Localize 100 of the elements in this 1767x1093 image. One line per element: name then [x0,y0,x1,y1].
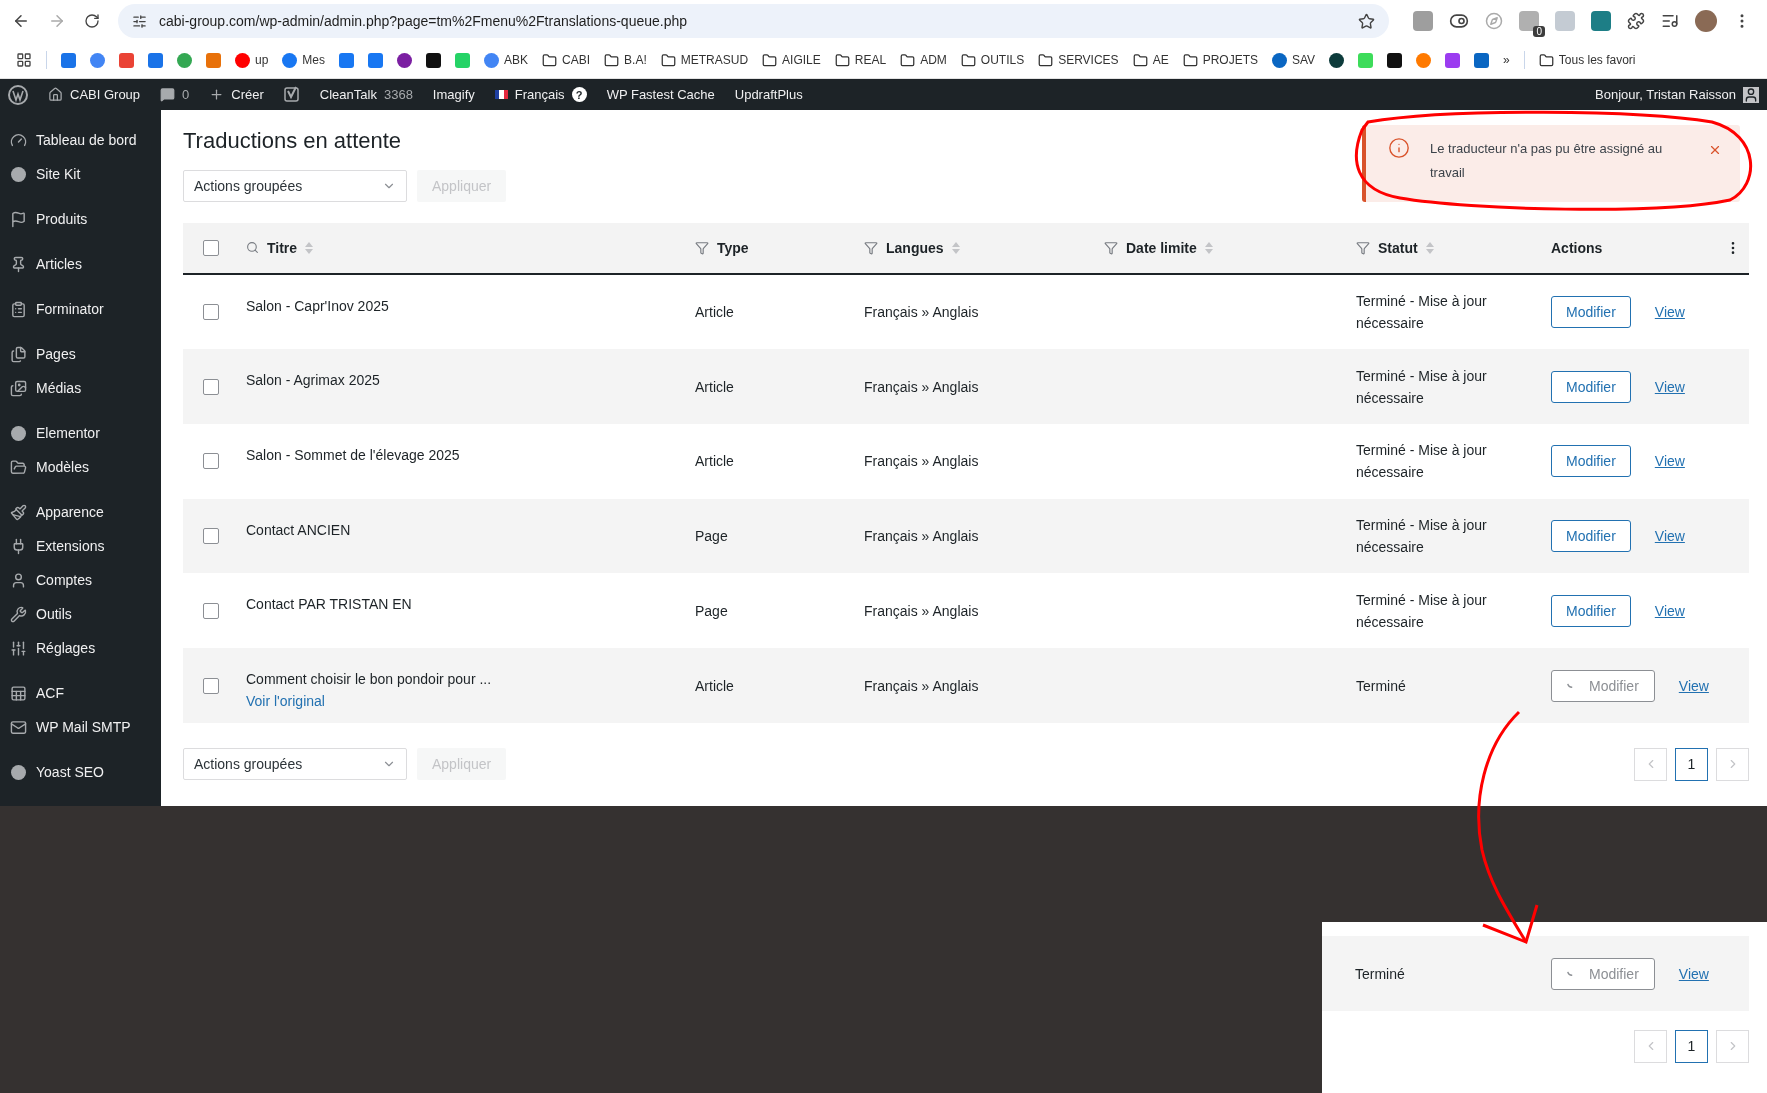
extension-icon[interactable] [1519,11,1539,31]
account-greeting[interactable]: Bonjour, Tristan Raisson [1595,86,1759,103]
row-checkbox[interactable] [203,378,219,395]
close-icon[interactable] [1708,143,1722,157]
sidebar-item[interactable]: Outils [0,597,161,631]
reload-icon[interactable] [84,13,100,29]
filter-icon[interactable] [695,240,709,255]
bookmark-item[interactable]: B.A! [604,52,647,68]
profile-avatar[interactable] [1695,10,1717,32]
admin-bar-link[interactable]: WP Fastest Cache [606,87,715,102]
original-link[interactable]: Voir l'original [246,693,695,710]
bookmark-item[interactable]: ABK [484,52,529,68]
view-link[interactable]: View [1678,965,1709,982]
modifier-button[interactable]: Modifier [1551,594,1631,627]
sidebar-item[interactable]: Tableau de bord [0,123,161,157]
view-link[interactable]: View [1654,602,1685,619]
user-avatar-icon [1743,86,1759,103]
address-bar[interactable]: cabi-group.com/wp-admin/admin.php?page=tm%2Fmenu%2Ftranslations-queue.php [118,4,1389,38]
bookmark-item[interactable]: REAL [834,52,887,68]
sidebar-item[interactable]: ACF [0,676,161,710]
more-bookmarks-button[interactable]: » [1503,53,1510,67]
admin-bar-link[interactable]: UpdraftPlus [734,87,803,102]
apps-grid-icon[interactable] [16,52,32,68]
bookmark-item[interactable]: SAV [1272,52,1316,68]
menu-icon [10,571,27,589]
comment-icon [160,87,176,102]
bookmark-icon[interactable] [426,52,442,68]
bookmark-item[interactable]: SERVICES [1038,52,1119,68]
back-icon[interactable] [12,12,30,30]
sidebar-item[interactable]: Pages [0,337,161,371]
sidebar-item[interactable]: Articles [0,247,161,281]
column-header[interactable]: Date limite [1104,239,1356,256]
sidebar-item[interactable]: Site Kit [0,157,161,191]
view-link[interactable]: View [1654,453,1685,470]
search-icon[interactable] [246,241,259,255]
page-button[interactable]: 1 [1675,747,1708,781]
row-checkbox[interactable] [203,602,219,619]
folder-icon [1182,52,1198,68]
bookmark-item[interactable]: ADM [900,52,947,68]
sidebar-item[interactable]: WP Mail SMTP [0,710,161,744]
yoast-icon[interactable] [283,85,300,104]
column-header[interactable]: Actions [1551,239,1749,256]
bookmark-item[interactable]: METRASUD [660,52,749,68]
bookmark-item[interactable]: up [235,52,269,68]
sidebar-item[interactable]: Réglages [0,631,161,665]
row-checkbox[interactable] [203,453,219,470]
view-link[interactable]: View [1678,677,1709,694]
sidebar-item[interactable]: Extensions [0,529,161,563]
forward-icon[interactable] [48,12,66,30]
extensions-puzzle-icon[interactable] [1627,12,1645,30]
view-link[interactable]: View [1654,528,1685,545]
sidebar-item[interactable]: Elementor [0,416,161,450]
row-checkbox[interactable] [203,528,219,545]
bookmark-icon[interactable] [1387,52,1403,68]
admin-bar-link[interactable]: Français ? [494,87,587,102]
row-checkbox[interactable] [203,677,219,694]
view-link[interactable]: View [1654,303,1685,320]
sidebar-item[interactable]: Médias [0,371,161,405]
bookmark-icon[interactable] [397,52,413,68]
sidebar-item[interactable]: Produits [0,202,161,236]
bookmark-icon[interactable] [1329,52,1345,68]
sidebar-item[interactable]: Yoast SEO [0,755,161,789]
bookmark-item[interactable]: AE [1132,52,1169,68]
wordpress-logo-icon[interactable] [8,84,28,105]
menu-icon [10,684,27,702]
modifier-button[interactable]: Modifier [1551,445,1631,478]
select-all-checkbox[interactable] [203,239,219,256]
modifier-button[interactable]: Modifier [1551,370,1631,403]
bookmark-item[interactable]: PROJETS [1182,52,1258,68]
sidebar-item[interactable]: Modèles [0,450,161,484]
column-header[interactable]: Titre [246,239,695,256]
new-content-link[interactable]: Créer [209,87,264,102]
filter-icon[interactable] [864,240,878,255]
column-header[interactable]: Statut [1356,239,1551,256]
bookmark-item[interactable]: Mes [282,52,326,68]
view-link[interactable]: View [1654,378,1685,395]
site-settings-icon[interactable] [132,13,147,29]
sidebar-item[interactable]: Apparence [0,495,161,529]
row-checkbox[interactable] [203,303,219,320]
toggle-icon[interactable] [1449,11,1469,31]
column-header[interactable]: Type [695,239,864,256]
admin-bar-link[interactable]: Imagify [432,87,475,102]
bookmark-item[interactable]: CABI [542,52,591,68]
bookmark-item[interactable]: Tous les favori [1538,52,1636,68]
filter-icon[interactable] [1104,240,1118,255]
comments-link[interactable]: 0 [160,87,190,102]
bookmark-item[interactable]: AIGILE [762,52,821,68]
bookmark-item[interactable]: OUTILS [960,52,1025,68]
compass-icon[interactable] [1485,12,1503,30]
column-header[interactable]: Langues [864,239,1104,256]
sidebar-item[interactable]: Forminator [0,292,161,326]
modifier-button[interactable]: Modifier [1551,295,1631,328]
site-name-link[interactable]: CABI Group [48,87,141,102]
modifier-button[interactable]: Modifier [1551,520,1631,553]
admin-bar-link[interactable]: CleanTalk 3368 [319,87,413,102]
bookmark-star-icon[interactable] [1358,12,1375,30]
media-list-icon[interactable] [1661,12,1679,30]
page-button[interactable]: 1 [1675,1029,1708,1063]
sidebar-item[interactable]: Comptes [0,563,161,597]
filter-icon[interactable] [1356,240,1370,255]
